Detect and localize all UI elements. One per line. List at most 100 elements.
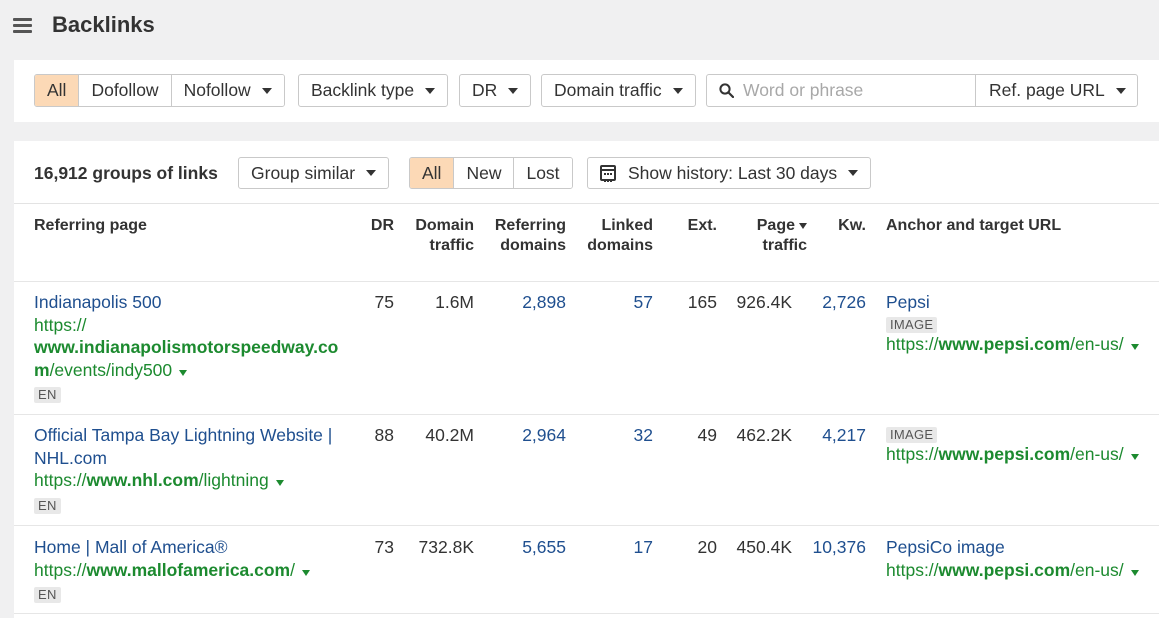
keywords-value[interactable]: 2,726: [804, 291, 866, 314]
chevron-down-icon[interactable]: [1130, 343, 1139, 350]
url-domain-part2: m: [34, 359, 50, 380]
url-prefix: https://: [34, 470, 87, 490]
status-new[interactable]: New: [454, 158, 515, 188]
col-ext[interactable]: Ext.: [664, 216, 717, 236]
image-badge: IMAGE: [886, 316, 938, 333]
linked-domains-value[interactable]: 57: [574, 291, 653, 314]
status-all[interactable]: All: [410, 158, 455, 188]
target-url-prefix: https://: [886, 559, 939, 580]
keywords-value[interactable]: 10,376: [804, 536, 866, 559]
dr-dropdown[interactable]: DR: [459, 74, 532, 107]
referring-page-cell: Home | Mall of America® https://www.mall…: [34, 536, 349, 603]
url-path: /: [290, 559, 295, 580]
image-badge: IMAGE: [886, 427, 938, 443]
col-page-traffic-l1: Page: [732, 216, 807, 236]
col-referring-domains-l2: domains: [500, 237, 566, 254]
ext-value: 20: [697, 537, 717, 557]
target-url[interactable]: https://www.pepsi.com/en-us/: [886, 559, 1156, 582]
dr-label: DR: [472, 80, 498, 100]
chevron-down-icon: [366, 170, 377, 176]
groups-count: 16,912 groups of links: [34, 163, 218, 183]
anchor-cell: PepsiCo image https://www.pepsi.com/en-u…: [886, 536, 1156, 581]
search-input[interactable]: [743, 80, 953, 101]
domain-traffic-dropdown[interactable]: Domain traffic: [541, 74, 696, 107]
ext-value: 49: [697, 425, 717, 445]
sort-desc-icon: [799, 222, 807, 229]
search-icon: [719, 83, 734, 98]
col-anchor[interactable]: Anchor and target URL: [886, 216, 1061, 236]
hamburger-menu-icon[interactable]: [13, 17, 32, 33]
url-domain-part1: www.indianapolismotorspeedway.co: [34, 337, 339, 357]
chevron-down-icon: [1115, 87, 1126, 94]
referring-domains-value[interactable]: 2,898: [484, 291, 566, 314]
col-page-traffic-text: Page: [756, 217, 795, 234]
language-badge: EN: [34, 587, 61, 603]
col-domain-traffic[interactable]: Domain traffic: [404, 216, 474, 256]
target-url-path: /en-us/: [1070, 444, 1124, 464]
url-domain: www.mallofamerica.com: [86, 559, 291, 580]
link-type-nofollow[interactable]: Nofollow: [171, 75, 284, 106]
target-url-path: /en-us/: [1070, 333, 1124, 354]
anchor-text[interactable]: PepsiCo image: [886, 536, 1156, 559]
referring-domains-value[interactable]: 2,964: [484, 424, 566, 447]
page-title: Backlinks: [52, 12, 155, 37]
domain-traffic-value: 732.8K: [418, 537, 474, 557]
chevron-down-icon[interactable]: [275, 480, 284, 486]
chevron-down-icon[interactable]: [302, 569, 310, 576]
target-url[interactable]: https://www.pepsi.com/en-us/: [886, 443, 1156, 466]
backlink-type-dropdown[interactable]: Backlink type: [298, 74, 449, 107]
anchor-cell: IMAGE https://www.pepsi.com/en-us/: [886, 424, 1156, 466]
keywords-value[interactable]: 4,217: [804, 424, 866, 447]
link-type-dofollow[interactable]: Dofollow: [79, 75, 172, 106]
referring-page-url[interactable]: https://www.mallofamerica.com/: [34, 559, 349, 582]
title-line1: Official Tampa Bay Lightning Website |: [34, 425, 333, 445]
domain-traffic-value: 40.2M: [425, 425, 474, 445]
calendar-icon: [600, 165, 616, 182]
target-url-prefix: https://: [886, 444, 939, 464]
target-url-domain: www.pepsi.com: [938, 559, 1071, 580]
anchor-cell: Pepsi IMAGE https://www.pepsi.com/en-us/: [886, 291, 1156, 355]
search-scope-dropdown[interactable]: Ref. page URL: [976, 75, 1137, 106]
nofollow-label: Nofollow: [183, 80, 251, 100]
domain-traffic-label: Domain traffic: [554, 80, 662, 100]
referring-page-url[interactable]: https://www.nhl.com/lightning: [34, 469, 349, 492]
target-url-domain: www.pepsi.com: [938, 333, 1071, 354]
status-lost[interactable]: Lost: [514, 158, 572, 188]
language-badge: EN: [34, 387, 61, 403]
group-similar-dropdown[interactable]: Group similar: [238, 157, 390, 189]
chevron-down-icon: [672, 87, 683, 94]
col-linked-domains[interactable]: Linked domains: [574, 216, 653, 256]
col-page-traffic[interactable]: Page traffic: [732, 216, 807, 256]
col-kw[interactable]: Kw.: [814, 216, 866, 236]
linked-domains-value[interactable]: 17: [574, 536, 653, 559]
referring-page-title[interactable]: Official Tampa Bay Lightning Website | NH…: [34, 424, 349, 469]
col-domain-traffic-l2: traffic: [429, 237, 474, 254]
link-type-segment: All Dofollow Nofollow: [34, 74, 285, 107]
history-dropdown[interactable]: Show history: Last 30 days: [587, 157, 872, 189]
col-referring-page[interactable]: Referring page: [34, 216, 147, 236]
target-url[interactable]: https://www.pepsi.com/en-us/: [886, 333, 1156, 356]
referring-page-title[interactable]: Home | Mall of America®: [34, 536, 349, 559]
panel-header: 16,912 groups of links Group similar All…: [14, 141, 1159, 204]
chevron-down-icon[interactable]: [1130, 569, 1139, 576]
chevron-down-icon[interactable]: [1130, 454, 1139, 460]
backlink-type-label: Backlink type: [311, 80, 415, 100]
col-dr[interactable]: DR: [354, 216, 394, 236]
referring-page-url-prefix[interactable]: https://: [34, 314, 349, 337]
referring-page-title[interactable]: Indianapolis 500: [34, 291, 349, 314]
dr-value: 75: [374, 292, 394, 312]
history-label: Show history: Last 30 days: [628, 162, 838, 183]
referring-domains-value[interactable]: 5,655: [484, 536, 566, 559]
url-domain: www.nhl.com: [86, 470, 199, 490]
language-badge: EN: [34, 497, 61, 514]
referring-page-url-rest[interactable]: m/events/indy500: [34, 359, 349, 382]
referring-page-cell: Indianapolis 500 https:// www.indianapol…: [34, 291, 349, 403]
referring-page-url-domain[interactable]: www.indianapolismotorspeedway.co: [34, 336, 349, 359]
linked-domains-value[interactable]: 32: [574, 424, 653, 447]
col-referring-domains[interactable]: Referring domains: [484, 216, 566, 256]
chevron-down-icon[interactable]: [179, 369, 188, 376]
chevron-down-icon: [425, 87, 436, 94]
anchor-text[interactable]: Pepsi: [886, 291, 1156, 314]
link-type-all[interactable]: All: [35, 75, 80, 106]
divider: [14, 525, 1159, 526]
